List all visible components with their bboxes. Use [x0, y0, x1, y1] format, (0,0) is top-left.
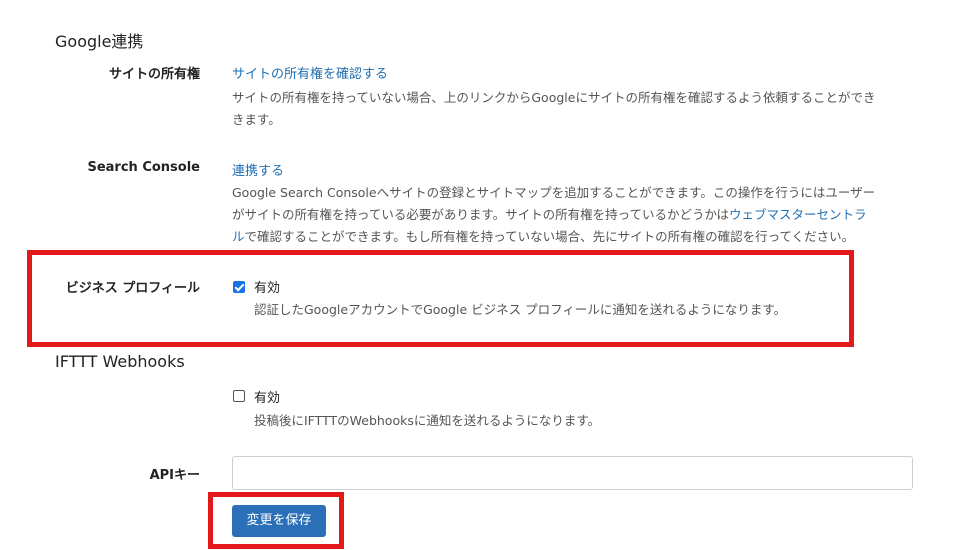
sc-desc-line2: がサイトの所有権を持っている必要があります。サイトの所有権を持っているかどうかは… [232, 204, 932, 226]
webmaster-central-link[interactable]: ウェブマスターセントラ [729, 207, 867, 222]
ownership-description: サイトの所有権を持っていない場合、上のリンクからGoogleにサイトの所有権を確… [232, 87, 932, 131]
business-profile-checkbox[interactable] [233, 281, 245, 293]
ifttt-description: 投稿後にIFTTTのWebhooksに通知を送れるようになります。 [254, 413, 601, 428]
business-profile-description: 認証したGoogleアカウントでGoogle ビジネス プロフィールに通知を送れ… [254, 302, 787, 317]
save-changes-button[interactable]: 変更を保存 [232, 505, 326, 537]
sc-desc-line2-text: がサイトの所有権を持っている必要があります。サイトの所有権を持っているかどうかは [232, 207, 730, 222]
search-console-description: Google Search Consoleへサイトの登録とサイトマップを追加する… [232, 182, 932, 248]
sc-desc-line3-text: で確認することができます。もし所有権を持っていない場合、先にサイトの所有権の確認… [244, 229, 855, 244]
verify-ownership-link[interactable]: サイトの所有権を確認する [232, 63, 388, 82]
ownership-desc-line1: サイトの所有権を持っていない場合、上のリンクからGoogleにサイトの所有権を確… [232, 90, 876, 105]
ifttt-checkbox[interactable] [233, 390, 245, 402]
webmaster-central-link-cont[interactable]: ル [232, 229, 245, 244]
sc-desc-line1: Google Search Consoleへサイトの登録とサイトマップを追加する… [232, 185, 876, 200]
ownership-label: サイトの所有権 [108, 67, 200, 82]
api-key-input[interactable] [232, 456, 913, 490]
business-profile-checkbox-label[interactable]: 有効 [254, 277, 280, 296]
ownership-desc-line2: きます。 [232, 112, 281, 127]
ifttt-section-title: IFTTT Webhooks [55, 352, 185, 371]
sc-desc-line3: ルで確認することができます。もし所有権を持っていない場合、先にサイトの所有権の確… [232, 226, 932, 248]
google-section-title: Google連携 [55, 32, 144, 51]
search-console-connect-link[interactable]: 連携する [232, 160, 284, 179]
search-console-label: Search Console [87, 160, 200, 175]
ifttt-checkbox-label[interactable]: 有効 [254, 387, 280, 406]
api-key-label: APIキー [149, 468, 200, 483]
business-profile-label: ビジネス プロフィール [65, 281, 200, 296]
